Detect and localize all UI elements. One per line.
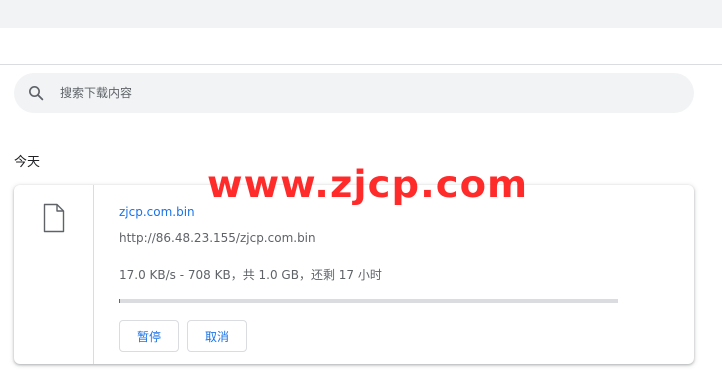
pause-button[interactable]: 暂停 bbox=[119, 320, 179, 352]
search-icon[interactable] bbox=[27, 84, 45, 102]
top-toolbar bbox=[0, 0, 722, 28]
source-url[interactable]: http://86.48.23.155/zjcp.com.bin bbox=[119, 231, 316, 245]
progress-bar bbox=[119, 299, 618, 303]
cancel-button[interactable]: 取消 bbox=[187, 320, 247, 352]
date-section-header: 今天 bbox=[14, 155, 41, 170]
search-input[interactable] bbox=[60, 73, 660, 113]
download-item-card: zjcp.com.bin http://86.48.23.155/zjcp.co… bbox=[14, 185, 694, 364]
file-name-link[interactable]: zjcp.com.bin bbox=[119, 205, 195, 219]
header-divider bbox=[0, 64, 722, 65]
file-icon bbox=[43, 203, 65, 233]
download-status: 17.0 KB/s - 708 KB，共 1.0 GB，还剩 17 小时 bbox=[119, 268, 382, 282]
file-icon-column bbox=[14, 185, 94, 364]
search-bar[interactable] bbox=[14, 73, 694, 113]
